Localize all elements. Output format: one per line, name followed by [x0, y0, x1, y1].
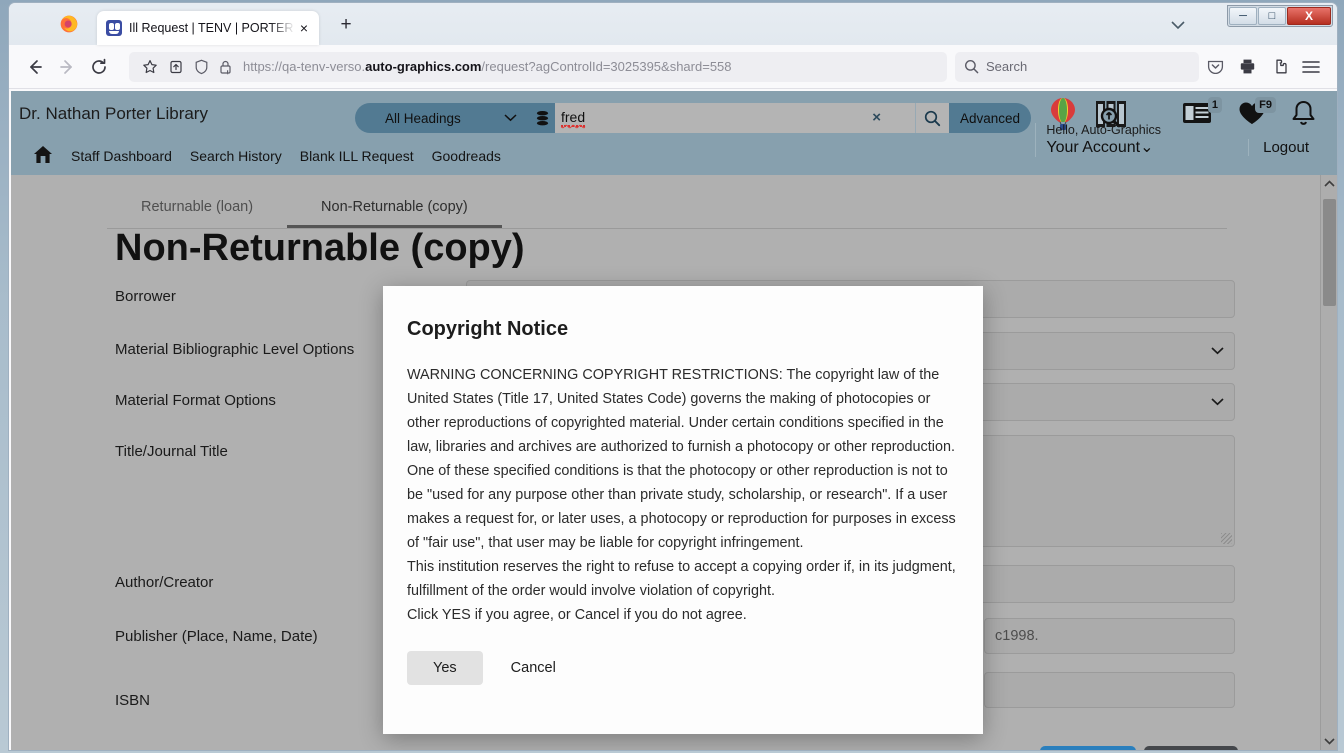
select-databases-icon[interactable] [529, 103, 555, 133]
page-scrollbar[interactable] [1320, 175, 1337, 750]
window-maximize-button[interactable]: □ [1258, 7, 1286, 25]
your-account-label: Your Account [1046, 139, 1141, 156]
dialog-paragraph-2: This institution reserves the right to r… [407, 559, 956, 599]
input-publisher-date-value: c1998. [995, 628, 1039, 644]
dialog-paragraph-3: Click YES if you agree, or Cancel if you… [407, 607, 747, 623]
account-greeting: Hello, Auto-Graphics [1046, 123, 1161, 137]
copyright-notice-dialog: Copyright Notice WARNING CONCERNING COPY… [383, 286, 983, 734]
dialog-paragraph-1: WARNING CONCERNING COPYRIGHT RESTRICTION… [407, 367, 956, 551]
request-type-tabs: Returnable (loan) Non-Returnable (copy) [107, 189, 1227, 229]
favorites-heart-icon[interactable]: F9 [1238, 97, 1276, 131]
tab-non-returnable-copy[interactable]: Non-Returnable (copy) [287, 189, 502, 228]
app-header: Dr. Nathan Porter Library All Headings f… [11, 91, 1337, 175]
my-lists-icon[interactable]: 1 [1182, 97, 1222, 130]
browser-tabstrip: Ill Request | TENV | PORTER | Au × + ─ □… [9, 3, 1337, 45]
chevron-down-icon [1211, 398, 1224, 406]
scrollbar-thumb[interactable] [1323, 199, 1336, 306]
dialog-yes-button[interactable]: Yes [407, 651, 483, 685]
search-input[interactable]: fred × [555, 103, 915, 133]
shield-icon[interactable] [189, 51, 213, 83]
library-name: Dr. Nathan Porter Library [19, 104, 208, 123]
chevron-down-icon [1211, 347, 1224, 355]
logout-link[interactable]: Logout [1248, 139, 1309, 156]
label-title-journal-title: Title/Journal Title [115, 443, 228, 460]
search-icon [965, 60, 979, 74]
window-minimize-button[interactable]: ─ [1229, 7, 1257, 25]
favorites-badge: F9 [1255, 97, 1276, 113]
extensions-icon[interactable] [1263, 51, 1295, 83]
label-material-biblevel: Material Bibliographic Level Options [115, 341, 355, 358]
url-text[interactable]: https://qa-tenv-verso.auto-graphics.com/… [243, 59, 939, 74]
ag-logo-icon [106, 20, 122, 36]
notifications-bell-icon[interactable] [1290, 100, 1317, 133]
nav-staff-dashboard[interactable]: Staff Dashboard [71, 148, 172, 164]
tab-returnable-loan[interactable]: Returnable (loan) [107, 189, 287, 228]
scroll-up-icon[interactable] [1321, 175, 1337, 192]
your-account-link[interactable]: Your Account⌄ [1046, 137, 1161, 157]
resize-grip-icon[interactable] [1221, 533, 1232, 544]
clear-search-icon[interactable]: × [872, 109, 881, 126]
input-isbn-3[interactable] [984, 672, 1235, 708]
submit-button[interactable]: Submit [1040, 746, 1136, 750]
browser-tab[interactable]: Ill Request | TENV | PORTER | Au × [97, 11, 319, 45]
chevron-down-icon: ⌄ [1140, 139, 1154, 156]
new-tab-button[interactable]: + [335, 15, 357, 37]
label-publisher: Publisher (Place, Name, Date) [115, 628, 318, 645]
browser-search-placeholder: Search [986, 59, 1028, 74]
catalog-search-group: All Headings fred × Advanced [355, 103, 1031, 133]
dialog-body: WARNING CONCERNING COPYRIGHT RESTRICTION… [407, 363, 959, 627]
label-material-format: Material Format Options [115, 392, 276, 409]
app-navigation: Staff Dashboard Search History Blank ILL… [33, 145, 501, 167]
web-page: Dr. Nathan Porter Library All Headings f… [11, 91, 1337, 750]
page-title: Non-Returnable (copy) [115, 227, 525, 269]
window-close-button[interactable]: X [1287, 7, 1331, 25]
search-submit-icon[interactable] [915, 103, 949, 133]
minimize-icon: ─ [1239, 10, 1247, 22]
dialog-actions: Yes Cancel [407, 651, 959, 685]
browser-navigation-toolbar: https://qa-tenv-verso.auto-graphics.com/… [9, 45, 1337, 89]
search-scope-label: All Headings [385, 110, 461, 126]
maximize-icon: □ [1268, 10, 1276, 22]
insecure-lock-icon[interactable] [213, 51, 237, 83]
browser-search-bar[interactable]: Search [955, 51, 1199, 82]
my-lists-badge: 1 [1207, 97, 1222, 113]
reload-icon[interactable] [83, 51, 115, 83]
advanced-search-button[interactable]: Advanced [949, 103, 1031, 133]
pocket-toolbar-icon[interactable] [1199, 51, 1231, 83]
print-icon[interactable] [1231, 51, 1263, 83]
bookmark-star-icon[interactable] [137, 51, 163, 83]
back-icon[interactable] [19, 51, 51, 83]
input-publisher-date[interactable]: c1998. [984, 618, 1235, 654]
cancel-button[interactable]: Cancel [1144, 746, 1238, 750]
home-icon[interactable] [33, 145, 53, 167]
label-borrower: Borrower [115, 288, 176, 305]
label-isbn: ISBN [115, 692, 151, 709]
list-all-tabs-icon[interactable] [1171, 19, 1185, 33]
save-to-pocket-icon[interactable] [163, 51, 189, 83]
tab-title: Ill Request | TENV | PORTER | Au [129, 21, 295, 35]
address-bar[interactable]: https://qa-tenv-verso.auto-graphics.com/… [129, 51, 947, 83]
label-author-creator: Author/Creator [115, 574, 214, 591]
app-menu-icon[interactable] [1295, 51, 1327, 83]
account-block: Hello, Auto-Graphics Your Account⌄ [1035, 123, 1161, 157]
dialog-title: Copyright Notice [407, 318, 569, 340]
nav-goodreads[interactable]: Goodreads [432, 148, 501, 164]
search-scope-dropdown[interactable]: All Headings [355, 103, 529, 133]
nav-blank-ill-request[interactable]: Blank ILL Request [300, 148, 414, 164]
window-controls: ─ □ X [1227, 5, 1333, 27]
firefox-logo-icon [60, 15, 78, 33]
forward-icon[interactable] [51, 51, 83, 83]
scroll-down-icon[interactable] [1321, 733, 1337, 750]
browser-window: Ill Request | TENV | PORTER | Au × + ─ □… [8, 2, 1338, 751]
chevron-down-icon [504, 114, 517, 122]
search-query-text: fred [561, 109, 586, 127]
tab-close-icon[interactable]: × [295, 19, 313, 37]
nav-search-history[interactable]: Search History [190, 148, 282, 164]
dialog-cancel-button[interactable]: Cancel [505, 651, 562, 685]
